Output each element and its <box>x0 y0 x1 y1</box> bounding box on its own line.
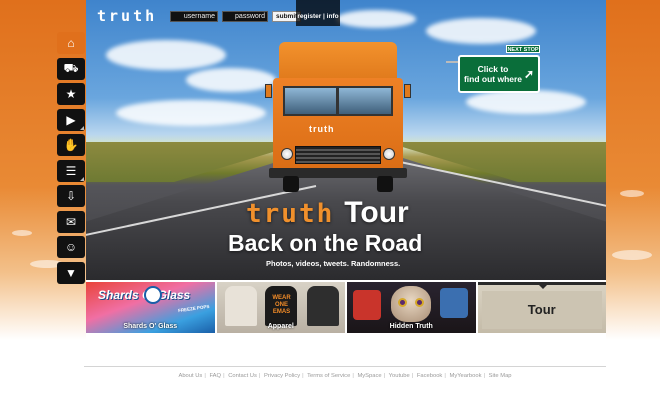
windshield-divider <box>336 86 339 116</box>
nav-thumbs[interactable]: ✋ <box>57 134 85 156</box>
thumbnail-label: Hidden Truth <box>389 323 433 330</box>
truck-mirror <box>404 84 411 98</box>
footer-link-myspace[interactable]: MySpace <box>357 373 381 379</box>
thumbnail-label: Apparel <box>267 323 294 330</box>
truck-roof <box>279 42 397 80</box>
selected-arrow-icon <box>535 285 550 289</box>
skull-eye <box>415 298 424 307</box>
shirt-image: WEAR ONE EMAS <box>264 286 297 326</box>
footer-link-youtube[interactable]: Youtube <box>389 373 410 379</box>
nav-home[interactable]: ⌂ <box>57 32 85 54</box>
shirt-text: WEAR ONE EMAS <box>272 295 291 315</box>
truck-mirror <box>265 84 272 98</box>
username-field[interactable]: username <box>170 11 218 22</box>
diagonal-arrow-icon: ➚ <box>523 67 534 81</box>
skull-eye <box>398 298 407 307</box>
play-icon: ▶ <box>66 112 76 127</box>
hero-title-brand: truth <box>246 199 335 229</box>
site-logo[interactable]: truth <box>97 7 157 25</box>
nav-video[interactable]: ▶ <box>57 108 85 131</box>
background-right-band <box>606 0 660 340</box>
footer-link-faq[interactable]: FAQ <box>209 373 221 379</box>
thumbnail-tour[interactable]: Tour <box>477 282 606 333</box>
grunge-speck <box>620 190 644 197</box>
thumbnail-label: Tour <box>527 302 556 317</box>
cloud <box>116 100 266 126</box>
nav-download[interactable]: ⇩ <box>57 185 85 207</box>
artwork-right <box>439 288 468 318</box>
cloud <box>186 68 276 92</box>
hero-title: truth Tour <box>246 196 409 230</box>
cloud <box>336 10 416 28</box>
home-icon: ⌂ <box>67 36 75 50</box>
list-icon: ☰ <box>65 163 77 178</box>
nav-shirt[interactable]: ▼ <box>57 261 85 284</box>
truck-wheel <box>377 176 393 192</box>
shirt-icon: ▼ <box>65 265 77 280</box>
nav-truck[interactable]: ⛟ <box>57 57 85 80</box>
shirt-image <box>224 286 257 326</box>
footer-link-facebook[interactable]: Facebook <box>417 373 442 379</box>
mascot-image <box>144 286 162 304</box>
thumbnail-hidden-truth[interactable]: Hidden Truth <box>347 282 476 333</box>
headlight <box>281 148 293 160</box>
nav-briefcase[interactable]: ✉ <box>57 210 85 233</box>
hero-subtitle: Photos, videos, tweets. Randomness. <box>266 259 401 268</box>
footer-link-privacy-policy[interactable]: Privacy Policy <box>264 373 300 379</box>
sign-board[interactable]: Click to find out where ➚ <box>458 55 540 93</box>
footer-link-terms-of-service[interactable]: Terms of Service <box>307 373 350 379</box>
truck-wheel <box>283 176 299 192</box>
down-arrow-icon: ⇩ <box>65 189 77 203</box>
truck-icon: ⛟ <box>63 60 79 75</box>
corner-marker <box>80 176 84 181</box>
grunge-speck <box>12 230 32 236</box>
cloud <box>106 40 226 70</box>
register-info-link[interactable]: register | info <box>296 0 340 26</box>
nav-people[interactable]: ☺ <box>57 236 85 258</box>
hero-headline: Back on the Road <box>228 230 423 256</box>
sign-tag: NEXT STOP <box>506 45 540 53</box>
food-truck-image: truth <box>265 42 411 192</box>
thumbs-up-icon: ✋ <box>63 138 79 152</box>
footer-divider <box>84 366 606 367</box>
grunge-speck <box>612 250 652 260</box>
skull-image <box>391 286 431 322</box>
sign-line-2: find out where <box>463 74 523 84</box>
footer-links: About Us | FAQ | Contact Us | Privacy Polic… <box>178 373 512 379</box>
headlight <box>383 148 395 160</box>
sign-post <box>446 61 458 63</box>
footer-link-contact-us[interactable]: Contact Us <box>228 373 257 379</box>
thumbnail-apparel[interactable]: WEAR ONE EMAS Apparel <box>216 282 345 333</box>
corner-marker <box>80 125 84 130</box>
shirt-image <box>306 286 339 326</box>
briefcase-icon: ✉ <box>65 214 77 229</box>
footer-link-myyearbook[interactable]: MyYearbook <box>449 373 481 379</box>
nav-star[interactable]: ★ <box>57 83 85 105</box>
login-bar: username password submit <box>170 11 302 22</box>
password-field[interactable]: password <box>222 11 268 22</box>
thumbnail-label: Shards O' Glass <box>123 323 178 330</box>
cloud <box>426 18 536 44</box>
truck-logo: truth <box>309 124 335 134</box>
nav-list[interactable]: ☰ <box>57 159 85 182</box>
freeze-pops-text: FREEZE POPS <box>177 303 210 314</box>
sign-line-1: Click to <box>477 64 509 74</box>
feature-thumbnails: Shards O' Glass FREEZE POPS Shards O' Gl… <box>86 282 606 333</box>
people-icon: ☺ <box>64 240 78 254</box>
footer-link-about-us[interactable]: About Us <box>178 373 202 379</box>
cloud <box>466 90 586 114</box>
star-icon: ★ <box>65 87 77 101</box>
hero-title-word: Tour <box>344 196 409 229</box>
thumbnail-shards-o-glass[interactable]: Shards O' Glass FREEZE POPS Shards O' Gl… <box>86 282 215 333</box>
icon-sidebar: ⌂ ⛟ ★ ▶ ✋ ☰ ⇩ ✉ ☺ ▼ <box>57 32 85 287</box>
truck-grille <box>295 146 381 164</box>
footer-link-site-map[interactable]: Site Map <box>489 373 512 379</box>
artwork-left <box>353 290 381 320</box>
